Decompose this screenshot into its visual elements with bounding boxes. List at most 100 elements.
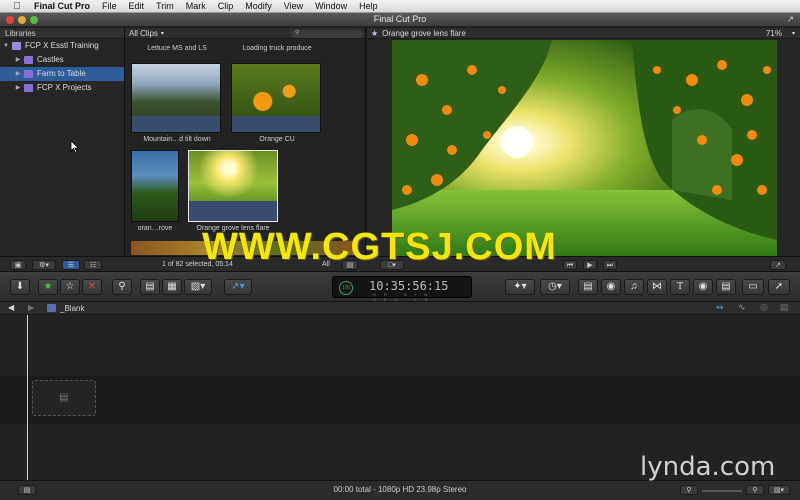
filmstrip-view-button[interactable]: ☰ [62, 260, 80, 270]
titles-browser-icon[interactable]: T [670, 279, 690, 295]
fullscreen-icon[interactable]: ↗ [770, 260, 786, 270]
menu-window[interactable]: Window [315, 1, 347, 11]
background-tasks-icon[interactable]: ▭ [742, 279, 764, 295]
zoom-in-icon[interactable]: ⚲ [746, 485, 764, 495]
timeline-header: ◀ ▶ _Blank ↭ ∿ ◎ ▤ [0, 302, 800, 315]
unrate-star-icon[interactable]: ☆ [60, 279, 80, 295]
insert-clip-icon[interactable]: ▦ [162, 279, 182, 295]
apple-icon[interactable]:  [10, 1, 24, 12]
timeline-footer: ▤ 00:00 total - 1080p HD 23.98p Stereo ⚲… [0, 480, 800, 500]
mouse-cursor-icon [70, 140, 80, 154]
event-item-castles[interactable]: ▶ Castles [0, 53, 124, 67]
menu-modify[interactable]: Modify [245, 1, 272, 11]
disclosure-open-icon[interactable]: ▼ [2, 39, 10, 53]
clip-appearance-icon[interactable]: ▤▾ [768, 485, 790, 495]
select-tool-icon[interactable]: ➚▾ [224, 279, 252, 295]
libraries-panel: Libraries ▼ FCP X Esstl Training ▶ Castl… [0, 28, 125, 256]
event-label: Farm to Table [37, 69, 86, 78]
back-arrow-icon[interactable]: ◀ [8, 303, 14, 312]
timecode-display[interactable]: 100 10:35:56:15 HR MIN SEC FR [332, 276, 472, 302]
clip-thumbnail-orange-grove[interactable] [131, 150, 179, 222]
menu-mark[interactable]: Mark [186, 1, 206, 11]
clip-filter-dropdown[interactable]: All Clips [129, 29, 158, 38]
play-icon[interactable]: ▶ [583, 260, 597, 270]
menu-clip[interactable]: Clip [218, 1, 234, 11]
watermark-text: WWW.CGTSJ.COM [202, 226, 557, 268]
project-icon [47, 304, 56, 312]
timeline-zoom-slider[interactable] [702, 490, 742, 492]
clip-thumbnail-orange-cu[interactable] [231, 63, 321, 133]
zoom-out-icon[interactable]: ⚲ [680, 485, 698, 495]
next-frame-icon[interactable]: ⏭ [603, 260, 617, 270]
disclosure-closed-icon[interactable]: ▶ [14, 67, 22, 81]
event-star-icon [24, 84, 33, 92]
previous-frame-icon[interactable]: ⏮ [563, 260, 577, 270]
list-view-button[interactable]: ☷ [84, 260, 102, 270]
reject-icon[interactable]: ✕ [82, 279, 102, 295]
inspector-icon[interactable]: ▤ [578, 279, 598, 295]
generators-browser-icon[interactable]: ◉ [693, 279, 713, 295]
clip-thumbnail-lens-flare[interactable] [188, 150, 278, 222]
music-browser-icon[interactable]: ♫ [624, 279, 644, 295]
filmstrip [189, 201, 277, 221]
disclosure-closed-icon[interactable]: ▶ [14, 53, 22, 67]
filmstrip [232, 116, 320, 132]
event-label: FCP X Projects [37, 83, 92, 92]
disclosure-closed-icon[interactable]: ▶ [14, 81, 22, 95]
gear-icon[interactable]: ⚙▾ [32, 260, 56, 270]
timecode-units: HR MIN SEC FR [373, 292, 436, 302]
viewer-panel: ★ Orange grove lens flare 71% ▾ [367, 28, 800, 256]
star-icon: ★ [371, 28, 379, 38]
show-library-button[interactable]: ▣ [10, 260, 26, 270]
menu-file[interactable]: File [102, 1, 117, 11]
window-title: Final Cut Pro [373, 14, 427, 24]
import-icon[interactable]: ⬇ [10, 279, 30, 295]
photo-browser-icon[interactable]: ◉ [601, 279, 621, 295]
enhancements-icon[interactable]: ✦▾ [505, 279, 535, 295]
primary-storyline [0, 375, 800, 425]
film-icon: ▤ [59, 392, 69, 403]
timeline-project-name: _Blank [60, 304, 85, 313]
event-label: Castles [37, 55, 64, 64]
share-icon[interactable]: ➚ [768, 279, 790, 295]
browser-search-field[interactable]: ⚲ [291, 30, 363, 38]
skimming-icon[interactable]: ↭ [716, 302, 724, 313]
fullscreen-icon[interactable]: ↗ [786, 14, 794, 25]
viewer-clip-title: Orange grove lens flare [382, 28, 466, 38]
connect-clip-icon[interactable]: ▤ [140, 279, 160, 295]
menu-bar:  Final Cut Pro File Edit Trim Mark Clip… [0, 0, 800, 13]
transitions-browser-icon[interactable]: ⋈ [647, 279, 667, 295]
favorite-star-icon[interactable]: ★ [38, 279, 58, 295]
menu-edit[interactable]: Edit [129, 1, 145, 11]
clip-thumbnail-mountain[interactable] [131, 63, 221, 133]
menu-app-name[interactable]: Final Cut Pro [34, 1, 90, 11]
video-frame [392, 40, 777, 256]
empty-clip-placeholder[interactable]: ▤ [32, 380, 96, 416]
audio-skimming-icon[interactable]: ∿ [738, 302, 746, 313]
menu-trim[interactable]: Trim [156, 1, 174, 11]
chevron-down-icon[interactable]: ▾ [792, 30, 795, 37]
viewer-zoom-dropdown[interactable]: 71% [766, 29, 782, 38]
event-item-fcp-projects[interactable]: ▶ FCP X Projects [0, 81, 124, 95]
themes-browser-icon[interactable]: ▤ [716, 279, 736, 295]
library-item-root[interactable]: ▼ FCP X Esstl Training [0, 39, 124, 53]
solo-icon[interactable]: ◎ [760, 302, 768, 313]
forward-arrow-icon[interactable]: ▶ [28, 303, 34, 312]
snapping-icon[interactable]: ▤ [780, 302, 789, 313]
brand-watermark: lynda.com [640, 452, 776, 482]
keyword-icon[interactable]: ⚲ [112, 279, 132, 295]
append-clip-icon[interactable]: ▧▾ [184, 279, 212, 295]
clip-label: Loading truck produce [242, 45, 312, 52]
chevron-down-icon[interactable]: ▾ [161, 30, 164, 37]
viewer-header: ★ Orange grove lens flare [367, 28, 800, 39]
library-icon [12, 42, 21, 50]
menu-view[interactable]: View [284, 1, 303, 11]
clip-label: Lettuce MS and LS [147, 45, 207, 52]
playhead[interactable] [27, 315, 28, 480]
main-toolbar: ⬇ ★ ☆ ✕ ⚲ ▤ ▦ ▧▾ ➚▾ 100 10:35:56:15 HR M… [0, 272, 800, 302]
retime-icon[interactable]: ◷▾ [540, 279, 570, 295]
event-star-icon [24, 70, 33, 78]
menu-help[interactable]: Help [359, 1, 378, 11]
libraries-header: Libraries [0, 28, 124, 39]
event-item-farm-to-table[interactable]: ▶ Farm to Table [0, 67, 124, 81]
